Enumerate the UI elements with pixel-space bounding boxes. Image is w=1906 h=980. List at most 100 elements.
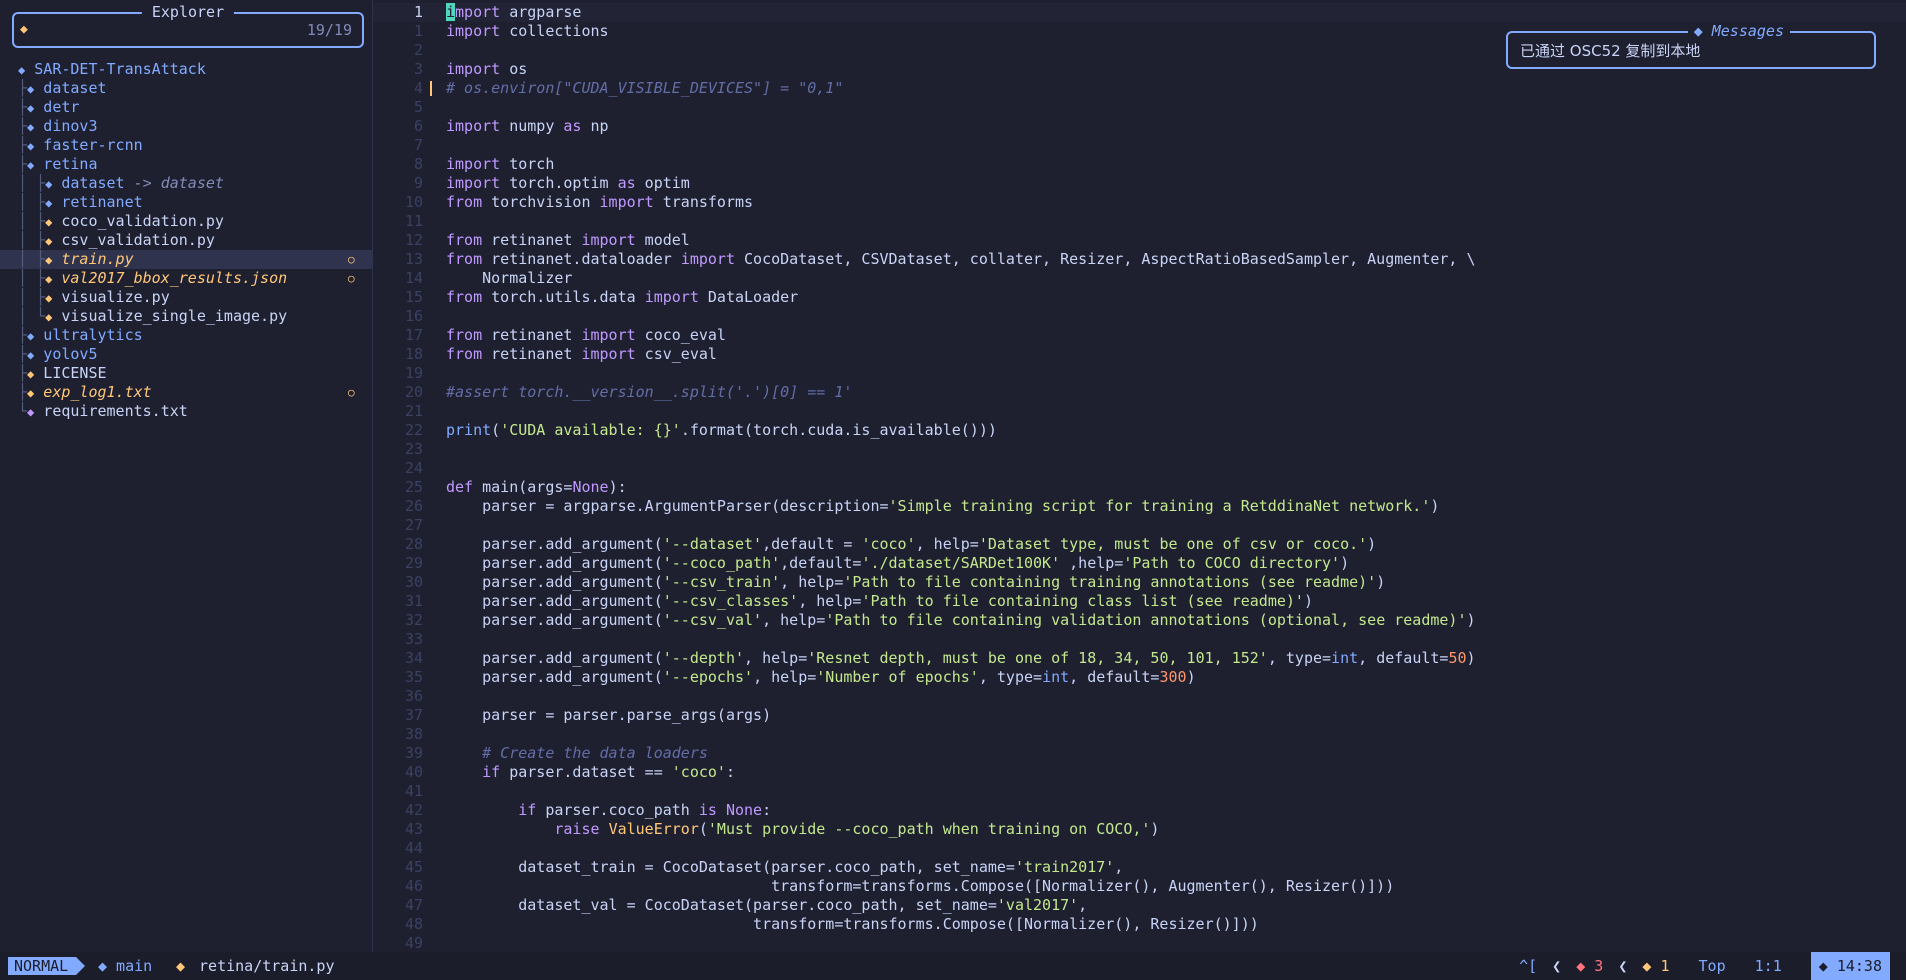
code-line[interactable]: 41 xyxy=(373,782,1906,801)
code-line[interactable]: 7 xyxy=(373,136,1906,155)
tree-item-label: visualize.py xyxy=(61,288,170,306)
tree-item-label: dinov3 xyxy=(43,117,98,135)
line-number: 11 xyxy=(404,212,423,230)
folder-icon: ◆ xyxy=(27,329,35,343)
code-line[interactable]: 36 xyxy=(373,687,1906,706)
code-line[interactable]: 17 from retinanet import coco_eval xyxy=(373,326,1906,345)
code-line[interactable]: 26 parser = argparse.ArgumentParser(desc… xyxy=(373,497,1906,516)
code-line[interactable]: 49 xyxy=(373,934,1906,953)
code-text: parser.add_argument('--csv_train', help=… xyxy=(446,573,1386,591)
code-line[interactable]: 8 import torch xyxy=(373,155,1906,174)
explorer-search-box[interactable]: Explorer ◆ 19/19 xyxy=(12,3,364,48)
code-line[interactable]: 15 from torch.utils.data import DataLoade… xyxy=(373,288,1906,307)
code-line[interactable]: 43 raise ValueError('Must provide --coco… xyxy=(373,820,1906,839)
tree-guide: ├ xyxy=(18,155,28,173)
warning-count[interactable]: ◆ 1 xyxy=(1642,952,1669,980)
code-line[interactable]: 13 from retinanet.dataloader import CocoD… xyxy=(373,250,1906,269)
tree-item[interactable]: │ ├◆ dataset -> dataset xyxy=(0,174,372,193)
scroll-position: Top xyxy=(1698,957,1726,975)
code-line[interactable]: 22 print('CUDA available: {}'.format(torc… xyxy=(373,421,1906,440)
tree-item[interactable]: ├◆ dataset xyxy=(0,79,372,98)
code-line[interactable]: 35 parser.add_argument('--epochs', help=… xyxy=(373,668,1906,687)
tree-item-label: detr xyxy=(43,98,80,116)
status-line: NORMAL ◆ main ◆ retina/train.py ^[ ❮ ◆ 3 … xyxy=(0,952,1906,980)
code-text: # Create the data loaders xyxy=(482,744,708,762)
code-line[interactable]: 33 xyxy=(373,630,1906,649)
code-line[interactable]: 25 def main(args=None): xyxy=(373,478,1906,497)
line-number: 23 xyxy=(404,440,423,458)
code-line[interactable]: 44 xyxy=(373,839,1906,858)
tree-item[interactable]: │ ├◆ train.py ○ xyxy=(0,250,372,269)
code-line[interactable]: 47 dataset_val = CocoDataset(parser.coco… xyxy=(373,896,1906,915)
code-line[interactable]: 38 xyxy=(373,725,1906,744)
code-line[interactable]: 1 import argparse xyxy=(373,3,1906,22)
line-number: 1 xyxy=(413,22,423,40)
tree-item[interactable]: │ ├◆ csv_validation.py xyxy=(0,231,372,250)
tree-item[interactable]: ├◆ ultralytics xyxy=(0,326,372,345)
tree-item[interactable]: ├◆ exp_log1.txt ○ xyxy=(0,383,372,402)
code-line[interactable]: 48 transform=transforms.Compose([Normali… xyxy=(373,915,1906,934)
code-line[interactable]: 37 parser = parser.parse_args(args) xyxy=(373,706,1906,725)
tree-item[interactable]: ├◆ faster-rcnn xyxy=(0,136,372,155)
code-line[interactable]: 34 parser.add_argument('--depth', help='… xyxy=(373,649,1906,668)
tree-item[interactable]: ◆ SAR-DET-TransAttack xyxy=(0,60,372,79)
code-line[interactable]: 45 dataset_train = CocoDataset(parser.co… xyxy=(373,858,1906,877)
code-editor[interactable]: 1 import argparse 1 import collections 2 3 imp… xyxy=(373,0,1906,952)
code-line[interactable]: 9 import torch.optim as optim xyxy=(373,174,1906,193)
error-count[interactable]: ◆ 3 xyxy=(1576,952,1603,980)
code-area[interactable]: 1 import argparse 1 import collections 2 3 imp… xyxy=(373,3,1906,953)
tree-item[interactable]: │ ├◆ val2017_bbox_results.json ○ xyxy=(0,269,372,288)
tree-item[interactable]: │ ├◆ visualize.py xyxy=(0,288,372,307)
code-line[interactable]: 6 import numpy as np xyxy=(373,117,1906,136)
tree-item[interactable]: │ ├◆ retinanet xyxy=(0,193,372,212)
code-line[interactable]: 24 xyxy=(373,459,1906,478)
tree-item[interactable]: ├◆ yolov5 xyxy=(0,345,372,364)
chevron-left-icon: ❮ xyxy=(1552,957,1562,975)
code-line[interactable]: 5 xyxy=(373,98,1906,117)
code-line[interactable]: 16 xyxy=(373,307,1906,326)
code-line[interactable]: 30 parser.add_argument('--csv_train', he… xyxy=(373,573,1906,592)
tree-item[interactable]: ├◆ dinov3 xyxy=(0,117,372,136)
tree-item-label: SAR-DET-TransAttack xyxy=(34,60,206,78)
git-branch: ◆ main xyxy=(98,957,153,975)
code-line[interactable]: 27 xyxy=(373,516,1906,535)
line-number: 29 xyxy=(404,554,423,572)
tree-item[interactable]: └◆ requirements.txt xyxy=(0,402,372,421)
line-number: 42 xyxy=(404,801,423,819)
tree-item[interactable]: │ └◆ visualize_single_image.py xyxy=(0,307,372,326)
code-line[interactable]: 19 xyxy=(373,364,1906,383)
code-text: import torch xyxy=(446,155,555,173)
code-line[interactable]: 4 # os.environ["CUDA_VISIBLE_DEVICES"] = … xyxy=(373,79,1906,98)
code-line[interactable]: 18 from retinanet import csv_eval xyxy=(373,345,1906,364)
code-line[interactable]: 14 Normalizer xyxy=(373,269,1906,288)
code-line[interactable]: 10 from torchvision import transforms xyxy=(373,193,1906,212)
code-line[interactable]: 23 xyxy=(373,440,1906,459)
code-line[interactable]: 29 parser.add_argument('--coco_path',def… xyxy=(373,554,1906,573)
tree-item[interactable]: │ ├◆ coco_validation.py xyxy=(0,212,372,231)
code-line[interactable]: 28 parser.add_argument('--dataset',defau… xyxy=(373,535,1906,554)
tree-item[interactable]: ├◆ LICENSE xyxy=(0,364,372,383)
search-prompt-icon: ◆ xyxy=(20,22,28,37)
code-line[interactable]: 40 if parser.dataset == 'coco': xyxy=(373,763,1906,782)
code-line[interactable]: 20 #assert torch.__version__.split('.')[0… xyxy=(373,383,1906,402)
tree-guide: │ ├ xyxy=(18,269,46,287)
folder-icon: ◆ xyxy=(27,82,35,96)
tree-item-label: train.py xyxy=(61,250,134,268)
tree-guide: └ xyxy=(18,402,28,420)
code-line[interactable]: 21 xyxy=(373,402,1906,421)
tree-item[interactable]: ├◆ retina xyxy=(0,155,372,174)
code-line[interactable]: 42 if parser.coco_path is None: xyxy=(373,801,1906,820)
code-line[interactable]: 46 transform=transforms.Compose([Normali… xyxy=(373,877,1906,896)
line-number: 6 xyxy=(413,117,423,135)
folder-icon: ◆ xyxy=(27,101,35,115)
tree-item[interactable]: ├◆ detr xyxy=(0,98,372,117)
code-line[interactable]: 11 xyxy=(373,212,1906,231)
code-line[interactable]: 32 parser.add_argument('--csv_val', help… xyxy=(373,611,1906,630)
code-line[interactable]: 12 from retinanet import model xyxy=(373,231,1906,250)
folder-icon: ◆ xyxy=(18,63,26,77)
tree-item-label: dataset xyxy=(43,79,107,97)
line-number: 40 xyxy=(404,763,423,781)
code-line[interactable]: 31 parser.add_argument('--csv_classes', … xyxy=(373,592,1906,611)
code-line[interactable]: 39 # Create the data loaders xyxy=(373,744,1906,763)
tree-item-label: ultralytics xyxy=(43,326,143,344)
